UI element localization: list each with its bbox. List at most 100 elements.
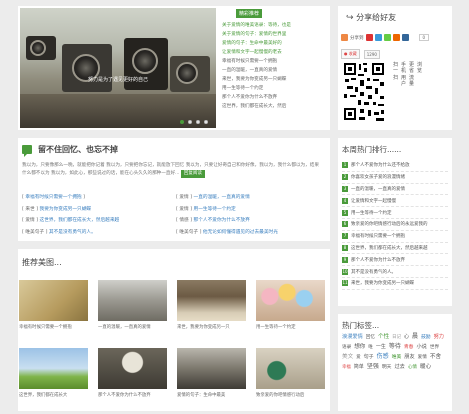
tag-link[interactable]: 美文 — [342, 353, 353, 362]
list-item[interactable]: [ 情感 ] 那个人不爱你为什么不放弃 — [176, 216, 326, 225]
slide-list-item[interactable]: 来世，我要为你变成另一只蝴蝶 — [222, 75, 326, 84]
tag-link[interactable]: 语录 — [342, 343, 351, 352]
photo-caption[interactable]: 这世界，我们都在成长大 — [19, 392, 88, 398]
tencent-icon[interactable] — [401, 34, 409, 41]
article-link[interactable]: 用一生等待一个约定 — [194, 207, 236, 212]
tag-link[interactable]: 晨 — [412, 332, 418, 341]
article-link[interactable]: 我要为你变成另一只蝴蝶 — [40, 207, 92, 212]
slide-image[interactable]: 努力是为了遇见更好的自己 — [20, 8, 216, 128]
renren-icon[interactable] — [392, 34, 400, 41]
tag-link[interactable]: 唯 — [368, 343, 372, 352]
tag-link[interactable]: 句子 — [364, 353, 374, 362]
slide-list-item[interactable]: 关于爱情的唯美语录：等待，也是 — [222, 21, 326, 30]
photo-thumbnail[interactable] — [98, 348, 167, 389]
tag-link[interactable]: 回忆 — [366, 333, 375, 342]
photo-tile[interactable]: 这世界，我们都在成长大 — [19, 348, 88, 398]
tag-link[interactable]: 坚强 — [367, 362, 379, 371]
tag-link[interactable]: 伤感 — [377, 352, 389, 361]
slide-list-item[interactable]: 一直的温暖，一直真的爱情 — [222, 66, 326, 75]
hot-item[interactable]: 2 你喜欢女孩子爱的浪漫情绪 — [342, 172, 448, 184]
slide-dot[interactable] — [204, 120, 208, 124]
hot-item[interactable]: 6 致亲爱的你吧情感行动后的永远爱我的 — [342, 219, 448, 231]
hot-item-title[interactable]: 来世，我要为你变成另一只蝴蝶 — [351, 280, 414, 286]
tag-link[interactable]: 幸福 — [342, 363, 351, 372]
photo-caption[interactable]: 用一生等待一个约定 — [256, 324, 325, 330]
tag-link[interactable]: 浪漫爱情 — [342, 333, 363, 342]
article-link[interactable]: 幸福有时候只需要一个拥抱 — [25, 195, 81, 200]
tag-link[interactable]: 心 — [404, 333, 409, 342]
hot-item-title[interactable]: 你喜欢女孩子爱的浪漫情绪 — [351, 174, 405, 180]
list-item[interactable]: [ 幸福有时候只需要一个拥抱 ] — [22, 193, 172, 202]
tag-link[interactable]: 爱 — [356, 353, 360, 362]
tag-link[interactable]: 心情 — [408, 363, 417, 372]
tag-link[interactable]: 暖心 — [420, 363, 431, 372]
photo-caption[interactable]: 爱情的句子：生命中最美 — [177, 392, 246, 398]
photo-thumbnail[interactable] — [177, 348, 246, 389]
tag-link[interactable]: 世界 — [430, 343, 439, 352]
share-icon[interactable] — [341, 34, 348, 41]
article-link[interactable]: 这世界，我们都在成长大，然后越来越 — [40, 218, 120, 223]
photo-thumbnail[interactable] — [98, 280, 167, 321]
tag-link[interactable]: 一生 — [376, 343, 386, 352]
photo-caption[interactable]: 一直的温暖，一直真的爱情 — [98, 324, 167, 330]
article-link[interactable]: 那个人不爱你为什么不放弃 — [194, 218, 250, 223]
photo-tile[interactable]: 那个人不爱你为什么不放弃 — [98, 348, 167, 398]
photo-tile[interactable]: 来世，我要为你变成另一只 — [177, 280, 246, 330]
hot-item[interactable]: 5 用一生等待一个约定 — [342, 207, 448, 219]
slide-list-item[interactable]: 幸福有时候只需要一个拥抱 — [222, 57, 326, 66]
tag-link[interactable]: 等待 — [389, 342, 401, 351]
tag-link[interactable]: 唯美 — [392, 353, 402, 362]
photo-tile[interactable]: 爱情的句子：生命中最美 — [177, 348, 246, 398]
tag-link[interactable]: 个性 — [378, 333, 389, 342]
hot-item-title[interactable]: 一直的温暖，一直真的爱情 — [351, 186, 405, 192]
photo-caption[interactable]: 幸福有时候只需要一个拥抱 — [19, 324, 88, 330]
hot-item-title[interactable]: 其不是没有勇气的人。 — [351, 269, 396, 275]
slide-dot[interactable] — [180, 120, 184, 124]
tag-link[interactable]: 鼓励 — [421, 333, 431, 342]
hot-item[interactable]: 3 一直的温暖，一直真的爱情 — [342, 184, 448, 196]
tag-link[interactable]: 小说 — [416, 343, 426, 352]
hot-item[interactable]: 7 幸福有时候只需要一个拥抱 — [342, 231, 448, 243]
photo-thumbnail[interactable] — [19, 348, 88, 389]
list-item[interactable]: [ 唯美句子 ] 他无论如何懂得遇见的过去最美时光 — [176, 228, 326, 237]
slide-list-item[interactable]: 让爱情和文字一起慢慢的老去 — [222, 48, 326, 57]
qzone-icon[interactable] — [374, 34, 382, 41]
hot-item[interactable]: 10 其不是没有勇气的人。 — [342, 266, 448, 278]
tag-link[interactable]: 努力 — [434, 333, 444, 342]
slide-list-item[interactable]: 那个人不爱你为什么不放弃 — [222, 93, 326, 102]
hot-item[interactable]: 9 那个人不爱你为什么不放弃 — [342, 254, 448, 267]
tag-link[interactable]: 爱情 — [418, 353, 427, 362]
memory-title[interactable]: 留不住回忆、也忘不掉 — [38, 144, 118, 155]
tag-link[interactable]: 明天 — [382, 363, 392, 372]
list-item[interactable]: [ 爱情 ] 这世界，我们都在成长大，然后越来越 — [22, 216, 172, 225]
hot-item-title[interactable]: 用一生等待一个约定 — [351, 210, 392, 216]
article-link[interactable]: 其不是没有勇气的人。 — [49, 230, 96, 235]
tag-link[interactable]: 想你 — [354, 343, 365, 352]
hot-item-title[interactable]: 致亲爱的你吧情感行动后的永远爱我的 — [351, 221, 428, 227]
list-item[interactable]: [ 来世 ] 我要为你变成另一只蝴蝶 — [22, 205, 172, 214]
photo-tile[interactable]: 幸福有时候只需要一个拥抱 — [19, 280, 88, 330]
photo-thumbnail[interactable] — [256, 280, 325, 321]
list-item[interactable]: [ 唯美句子 ] 其不是没有勇气的人。 — [22, 228, 172, 237]
photo-caption[interactable]: 来世，我要为你变成另一只 — [177, 324, 246, 330]
slide-list-item[interactable]: 爱情的句子：生命中最美好的 — [222, 39, 326, 48]
hot-item[interactable]: 8 这世界，我们都在成长大，然后越来越 — [342, 243, 448, 255]
tag-link[interactable]: 不舍 — [430, 353, 441, 362]
article-link[interactable]: 一直的温暖，一直真的爱情 — [194, 195, 250, 200]
tag-link[interactable]: 青春 — [404, 343, 414, 352]
hot-item[interactable]: 11 来世，我要为你变成另一只蝴蝶 — [342, 278, 448, 290]
slide-list-item[interactable]: 用一生等待一个约定 — [222, 84, 326, 93]
read-more-button[interactable]: 回复阅读 — [180, 170, 205, 178]
list-item[interactable]: [ 爱情 ] 一直的温暖，一直真的爱情 — [176, 193, 326, 202]
slide-list-item[interactable]: 关于爱情的句子：爱情的世界里 — [222, 30, 326, 39]
weibo-follow-button[interactable]: ● 收藏 — [341, 49, 360, 59]
photo-tile[interactable]: 致亲爱的你吧情感行动后 — [256, 348, 325, 398]
hot-item[interactable]: 1 那个人不爱你为什么还不给放 — [342, 160, 448, 172]
hot-item-title[interactable]: 那个人不爱你为什么不放弃 — [351, 257, 405, 263]
slide-dot[interactable] — [188, 120, 192, 124]
tag-link[interactable]: 简单 — [354, 363, 364, 372]
slide-dot[interactable] — [196, 120, 200, 124]
photo-caption[interactable]: 致亲爱的你吧情感行动后 — [256, 392, 325, 398]
photo-thumbnail[interactable] — [256, 348, 325, 389]
photo-tile[interactable]: 用一生等待一个约定 — [256, 280, 325, 330]
